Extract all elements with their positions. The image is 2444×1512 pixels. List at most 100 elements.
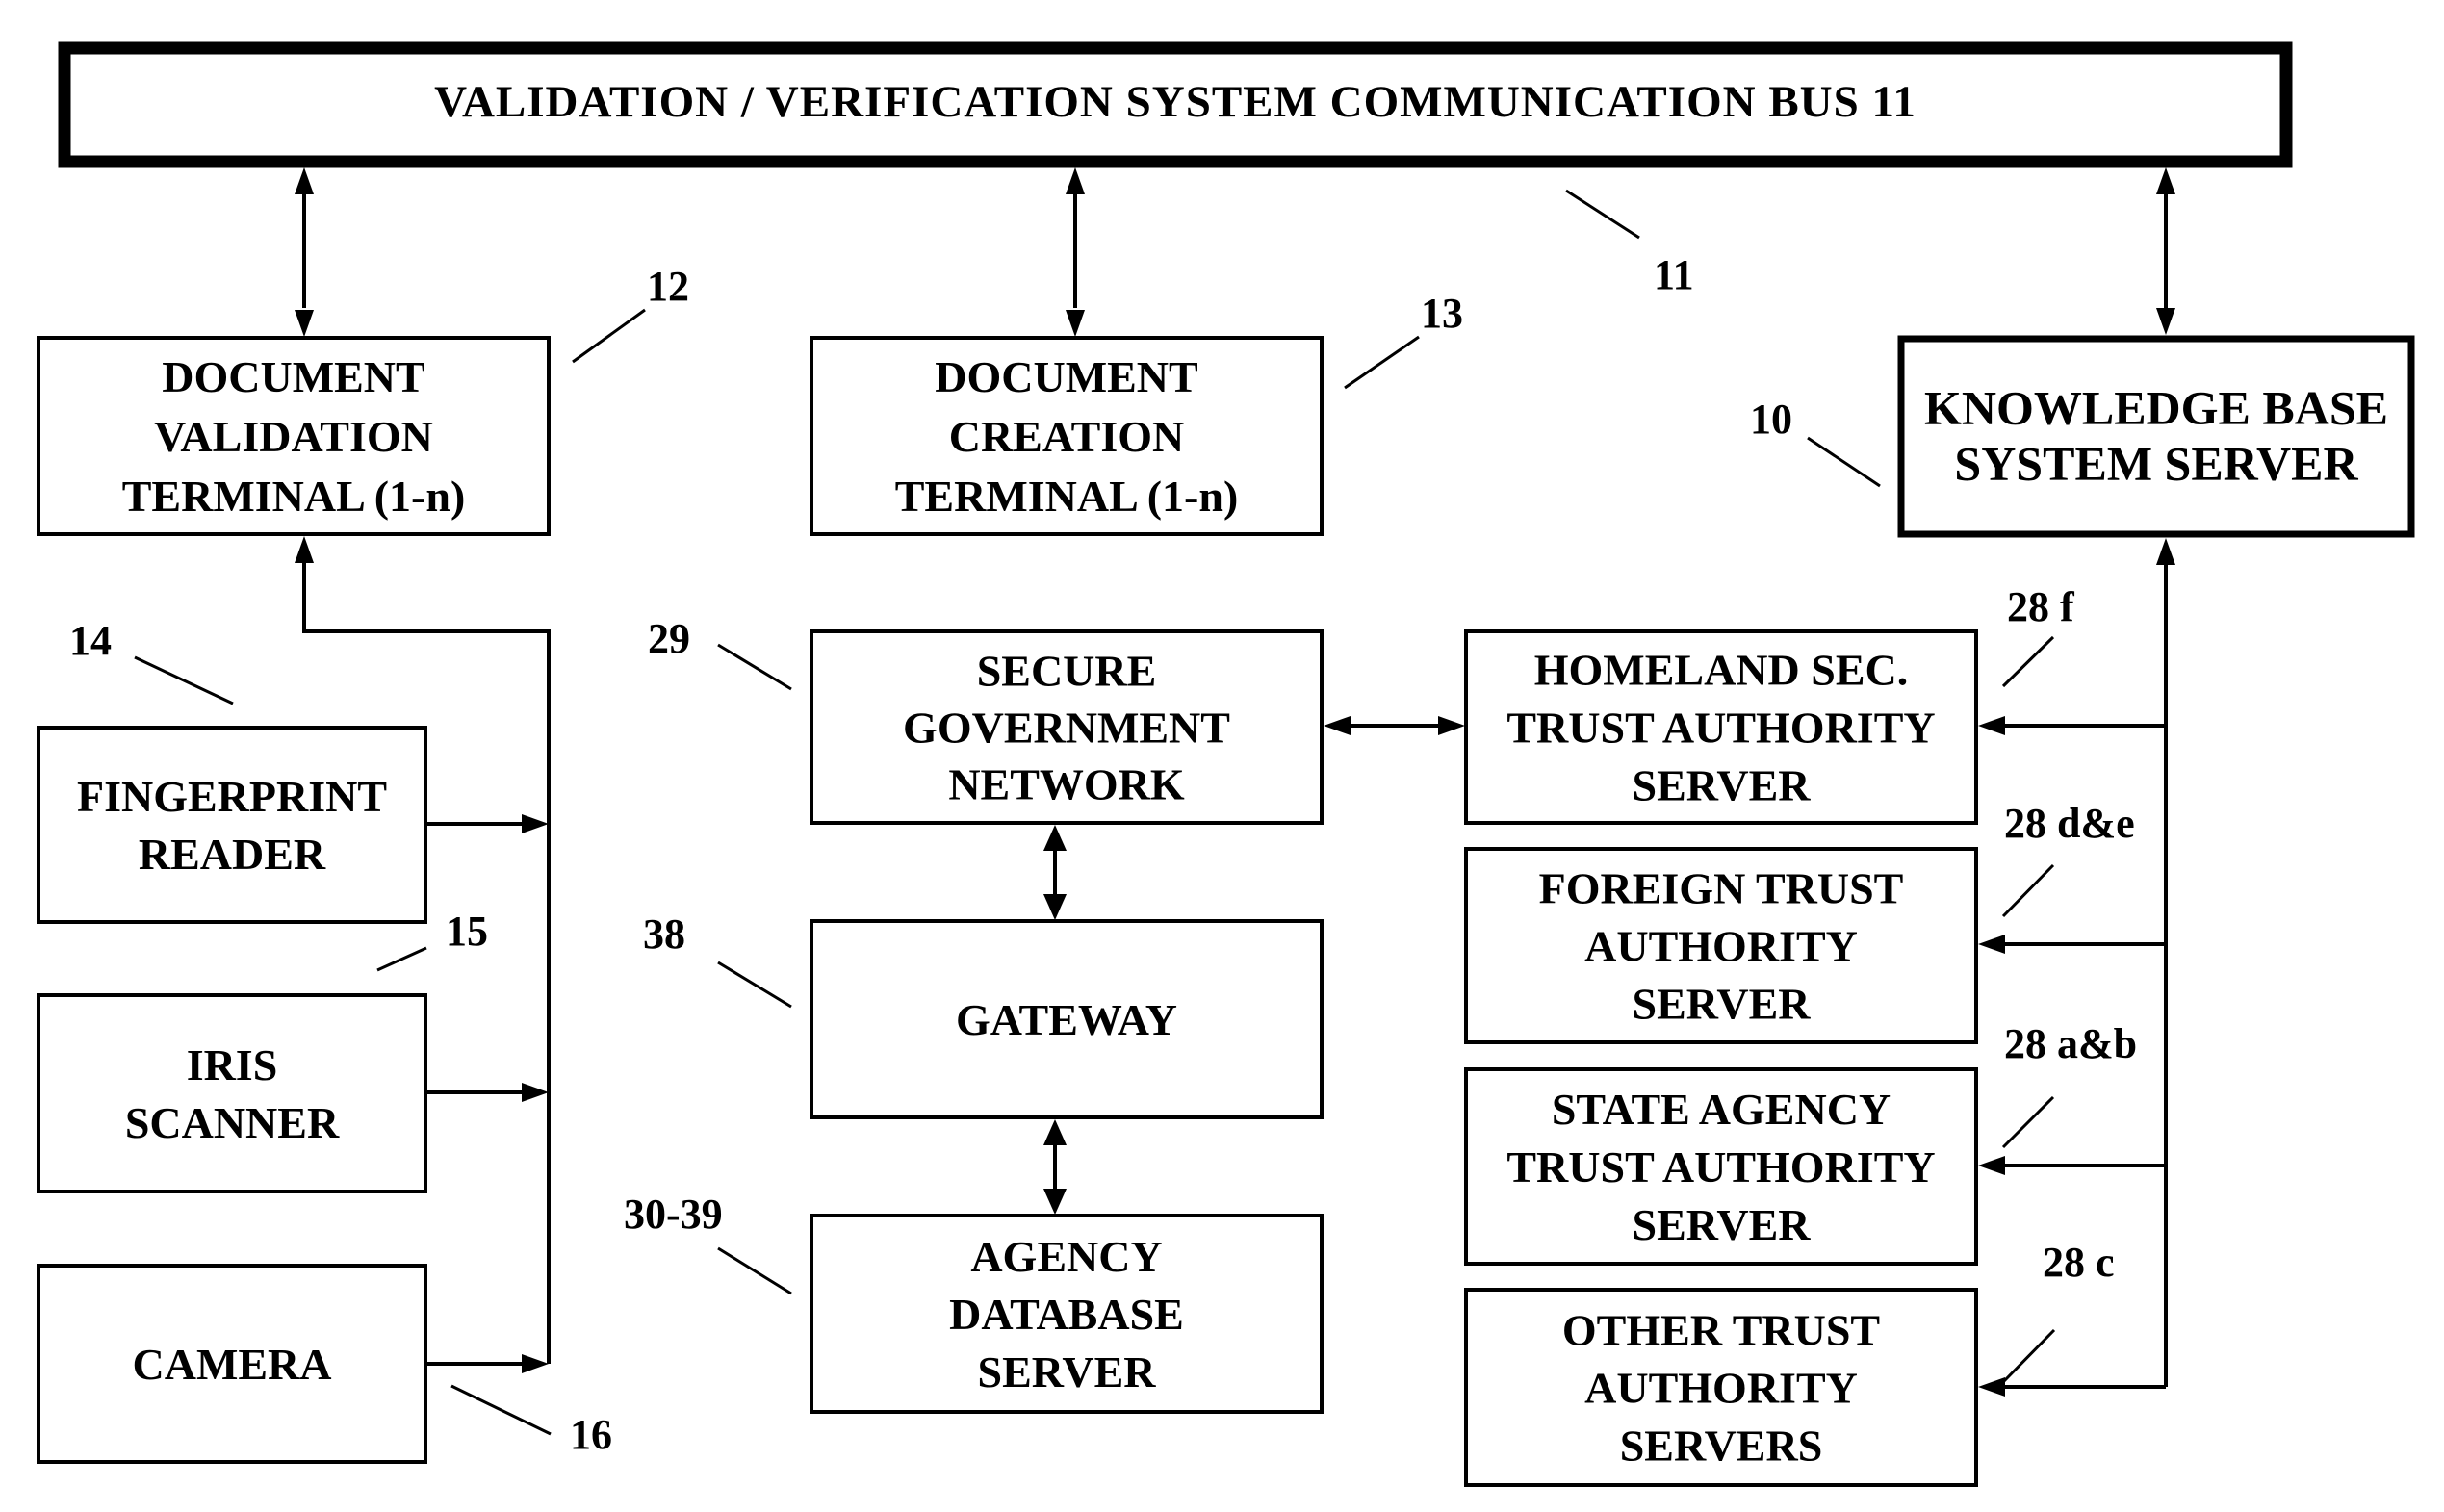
state-agency-trust-authority-server-label-line: SERVER [1633, 1200, 1812, 1249]
leader-line-38 [717, 961, 792, 1009]
agency-database-server-label-line: SERVER [978, 1347, 1157, 1397]
other-trust-authority-servers-label-line: AUTHORITY [1584, 1364, 1858, 1413]
ref-label-camera: 16 [570, 1411, 612, 1458]
ref-label-other-trust-authority-servers: 28 c [2043, 1239, 2115, 1286]
arrowhead-right [522, 1354, 549, 1373]
communication-bus: VALIDATION / VERIFICATION SYSTEM COMMUNI… [58, 41, 2293, 168]
state-agency-trust-authority-server: STATE AGENCY TRUST AUTHORITY SERVER [1464, 1067, 1978, 1266]
ref-label-iris-scanner: 15 [446, 908, 488, 955]
fingerprint-reader-box [37, 726, 427, 924]
iris-scanner-box [37, 993, 427, 1193]
document-creation-terminal-label-line: CREATION [949, 412, 1185, 461]
homeland-security-trust-authority-server-label-line: HOMELAND SEC. [1534, 646, 1908, 695]
leader-line-29 [717, 643, 792, 691]
arrowhead-left [1978, 716, 2005, 735]
arrowhead-right [522, 1083, 549, 1102]
document-validation-terminal: DOCUMENT VALIDATION TERMINAL (1-n) [37, 336, 551, 536]
document-validation-terminal-label-line: VALIDATION [154, 412, 433, 461]
iris-scanner-label-line: SCANNER [125, 1098, 340, 1147]
other-trust-authority-servers-label-line: SERVERS [1620, 1422, 1823, 1471]
arrowhead-right [522, 814, 549, 833]
homeland-security-trust-authority-server-label-line: SERVER [1633, 761, 1812, 810]
leader-line-14 [134, 655, 234, 705]
secure-government-network-label-line: SECURE [977, 647, 1157, 696]
camera: CAMERA [37, 1264, 427, 1464]
homeland-security-trust-authority-server: HOMELAND SEC. TRUST AUTHORITY SERVER [1464, 629, 1978, 825]
arrowhead-down [1066, 310, 1085, 337]
ref-label-document-creation-terminal: 13 [1421, 290, 1463, 337]
foreign-trust-authority-server-label-line: FOREIGN TRUST [1539, 864, 1904, 913]
knowledge-base-system-server: KNOWLEDGE BASESYSTEM SERVER [1897, 335, 2415, 538]
arrowhead-down [295, 310, 314, 337]
leader-line-12 [572, 308, 646, 364]
leader-line-28ab [2001, 1095, 2055, 1149]
state-agency-trust-authority-server-label-line: TRUST AUTHORITY [1506, 1142, 1935, 1192]
ref-label-state-agency-trust-authority-server: 28 a&b [2004, 1020, 2137, 1067]
leader-line-28f [2001, 635, 2055, 688]
arrowhead-up [1066, 167, 1085, 194]
document-creation-terminal-label-line: DOCUMENT [935, 352, 1197, 401]
fingerprint-reader-label-line: READER [139, 830, 326, 879]
camera-label-line: CAMERA [133, 1340, 332, 1389]
ref-label-fingerprint-reader: 14 [69, 617, 112, 664]
arrowhead-left [1324, 716, 1351, 735]
arrowhead-down [1043, 894, 1067, 920]
leader-line-16 [450, 1384, 552, 1436]
document-creation-terminal: DOCUMENT CREATION TERMINAL (1-n) [810, 336, 1324, 536]
document-validation-terminal-label-line: TERMINAL (1-n) [122, 472, 466, 521]
arrowhead-up [1043, 825, 1067, 851]
arrowhead-left [1978, 1156, 2005, 1175]
state-agency-trust-authority-server-label-line: STATE AGENCY [1552, 1085, 1891, 1134]
fingerprint-reader-label-line: FINGERPRINT [77, 772, 387, 821]
ref-label-secure-government-network: 29 [648, 615, 690, 662]
arrowhead-up [2156, 538, 2175, 565]
arrowhead-right [1438, 716, 1465, 735]
leader-line-11 [1565, 189, 1640, 240]
arrowhead-down [2156, 308, 2175, 335]
system-block-diagram: VALIDATION / VERIFICATION SYSTEM COMMUNI… [37, 41, 2415, 1487]
gateway-label-line: GATEWAY [956, 995, 1177, 1044]
document-creation-terminal-label-line: TERMINAL (1-n) [895, 472, 1239, 521]
leader-line-28c [2002, 1328, 2056, 1383]
arrowhead-up [1043, 1119, 1067, 1145]
leader-line-10 [1807, 436, 1881, 488]
leader-line-28de [2001, 863, 2055, 918]
collector-line-biometrics [302, 563, 551, 1364]
arrowhead-up [2156, 167, 2175, 194]
ref-label-document-validation-terminal: 12 [647, 263, 689, 310]
gateway: GATEWAY [810, 919, 1324, 1119]
arrowhead-left [1978, 935, 2005, 954]
other-trust-authority-servers: OTHER TRUST AUTHORITY SERVERS [1464, 1288, 1978, 1487]
secure-government-network-label-line: NETWORK [948, 760, 1185, 809]
secure-government-network-label-line: GOVERNMENT [903, 704, 1230, 753]
leader-line-13 [1344, 335, 1420, 390]
agency-database-server-label-line: AGENCY [970, 1232, 1162, 1281]
leader-line-30-39 [717, 1246, 792, 1295]
knowledge-base-system-server-label-line: KNOWLEDGE BASE [1924, 381, 2388, 435]
iris-scanner-label-line: IRIS [187, 1040, 278, 1089]
ref-label-foreign-trust-authority-server: 28 d&e [2004, 800, 2135, 847]
ref-label-homeland-security-trust-authority-server: 28 f [2007, 583, 2075, 630]
foreign-trust-authority-server: FOREIGN TRUST AUTHORITY SERVER [1464, 847, 1978, 1044]
foreign-trust-authority-server-label-line: AUTHORITY [1584, 922, 1858, 971]
knowledge-base-system-server-label-line: SYSTEM SERVER [1954, 437, 2358, 491]
arrowhead-left [1978, 1377, 2005, 1397]
iris-scanner: IRIS SCANNER [37, 993, 427, 1193]
secure-government-network: SECURE GOVERNMENT NETWORK [810, 629, 1324, 825]
document-validation-terminal-label-line: DOCUMENT [162, 352, 424, 401]
ref-label-agency-database-server: 30-39 [624, 1191, 723, 1238]
arrowhead-down [1043, 1189, 1067, 1215]
ref-label-11: 11 [1654, 251, 1694, 298]
arrowhead-up [295, 536, 314, 563]
homeland-security-trust-authority-server-label-line: TRUST AUTHORITY [1506, 704, 1935, 753]
other-trust-authority-servers-label-line: OTHER TRUST [1562, 1306, 1880, 1355]
leader-line-15 [376, 946, 427, 972]
foreign-trust-authority-server-label-line: SERVER [1633, 980, 1812, 1029]
fingerprint-reader: FINGERPRINT READER [37, 726, 427, 924]
ref-label-knowledge-base-system-server: 10 [1750, 396, 1792, 443]
agency-database-server: AGENCY DATABASE SERVER [810, 1214, 1324, 1414]
arrowhead-up [295, 167, 314, 194]
bus-label: VALIDATION / VERIFICATION SYSTEM COMMUNI… [434, 77, 1917, 127]
agency-database-server-label-line: DATABASE [949, 1290, 1184, 1339]
ref-label-gateway: 38 [643, 910, 685, 958]
